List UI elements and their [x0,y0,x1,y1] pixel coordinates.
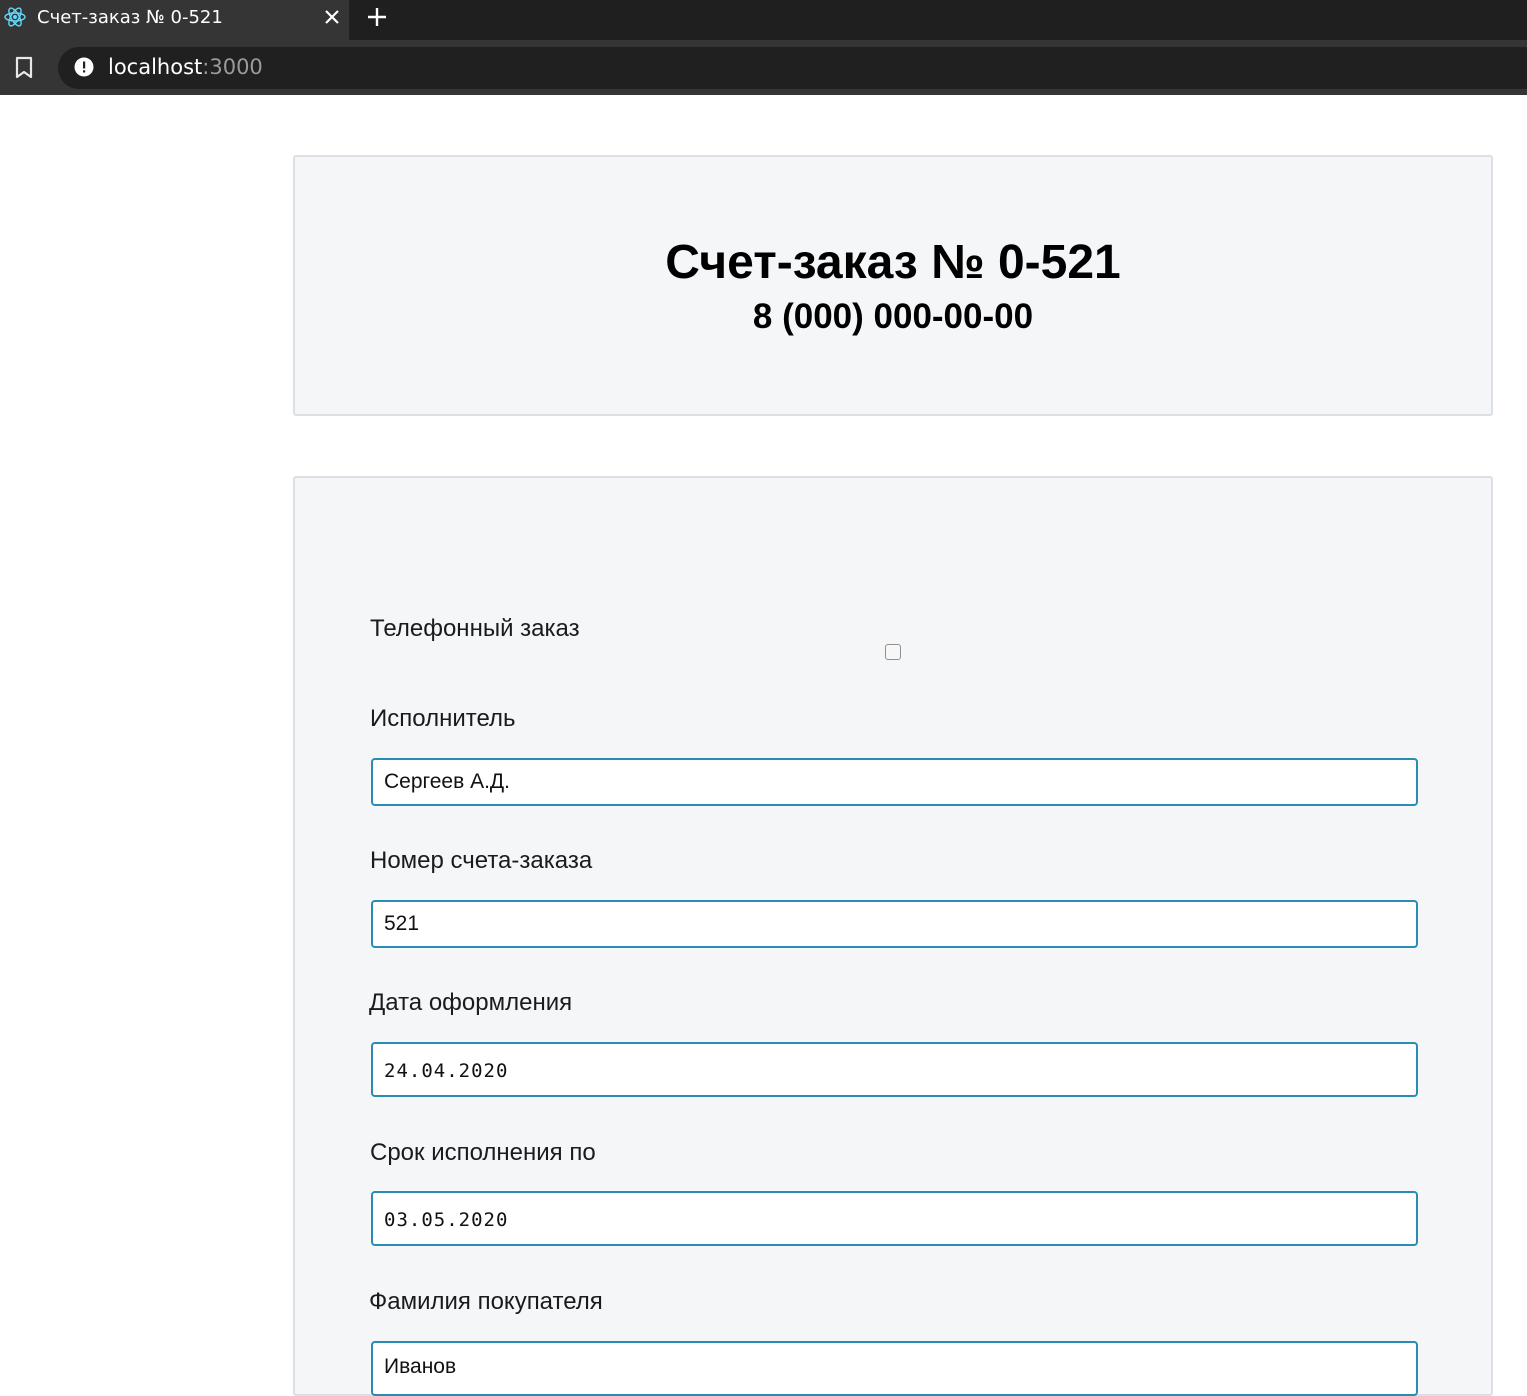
tab-title: Счет-заказ № 0-521 [37,7,223,28]
order-number-label: Номер счета-заказа [370,847,593,874]
url-text: localhost:3000 [108,55,263,79]
phone-order-label: Телефонный заказ [370,615,580,642]
order-form: Телефонный заказ Исполнитель Сергеев А.Д… [293,476,1493,1396]
issue-date-value: 24.04.2020 [384,1060,509,1082]
executor-value: Сергеев А.Д. [384,770,510,793]
buyer-surname-label: Фамилия покупателя [369,1288,603,1315]
close-icon[interactable] [322,7,342,27]
phone-number: 8 (000) 000-00-00 [752,297,1034,336]
react-icon [3,5,27,29]
phone-order-checkbox[interactable] [885,644,901,660]
executor-label: Исполнитель [370,705,516,732]
executor-input[interactable]: Сергеев А.Д. [371,758,1418,806]
tab-bar: Счет-заказ № 0-521 [0,0,1527,40]
url-port: :3000 [202,55,263,79]
url-host: localhost [108,55,203,79]
header-panel: Счет-заказ № 0-521 8 (000) 000-00-00 [293,155,1493,416]
issue-date-input[interactable]: 24.04.2020 [371,1042,1418,1097]
info-icon[interactable] [74,57,94,77]
buyer-surname-input[interactable]: Иванов [371,1341,1418,1396]
plus-icon[interactable] [366,6,388,28]
buyer-surname-value: Иванов [384,1355,457,1378]
browser-tab[interactable]: Счет-заказ № 0-521 [0,0,349,40]
due-date-label: Срок исполнения по [370,1139,596,1166]
bookmark-icon[interactable] [14,56,34,80]
due-date-value: 03.05.2020 [384,1209,509,1231]
due-date-input[interactable]: 03.05.2020 [371,1191,1418,1246]
address-bar: localhost:3000 [0,40,1527,95]
url-field[interactable]: localhost:3000 [58,47,1527,89]
order-number-input[interactable]: 521 [371,900,1418,948]
issue-date-label: Дата оформления [369,989,573,1016]
page-title: Счет-заказ № 0-521 [665,236,1121,289]
order-number-value: 521 [384,912,420,935]
